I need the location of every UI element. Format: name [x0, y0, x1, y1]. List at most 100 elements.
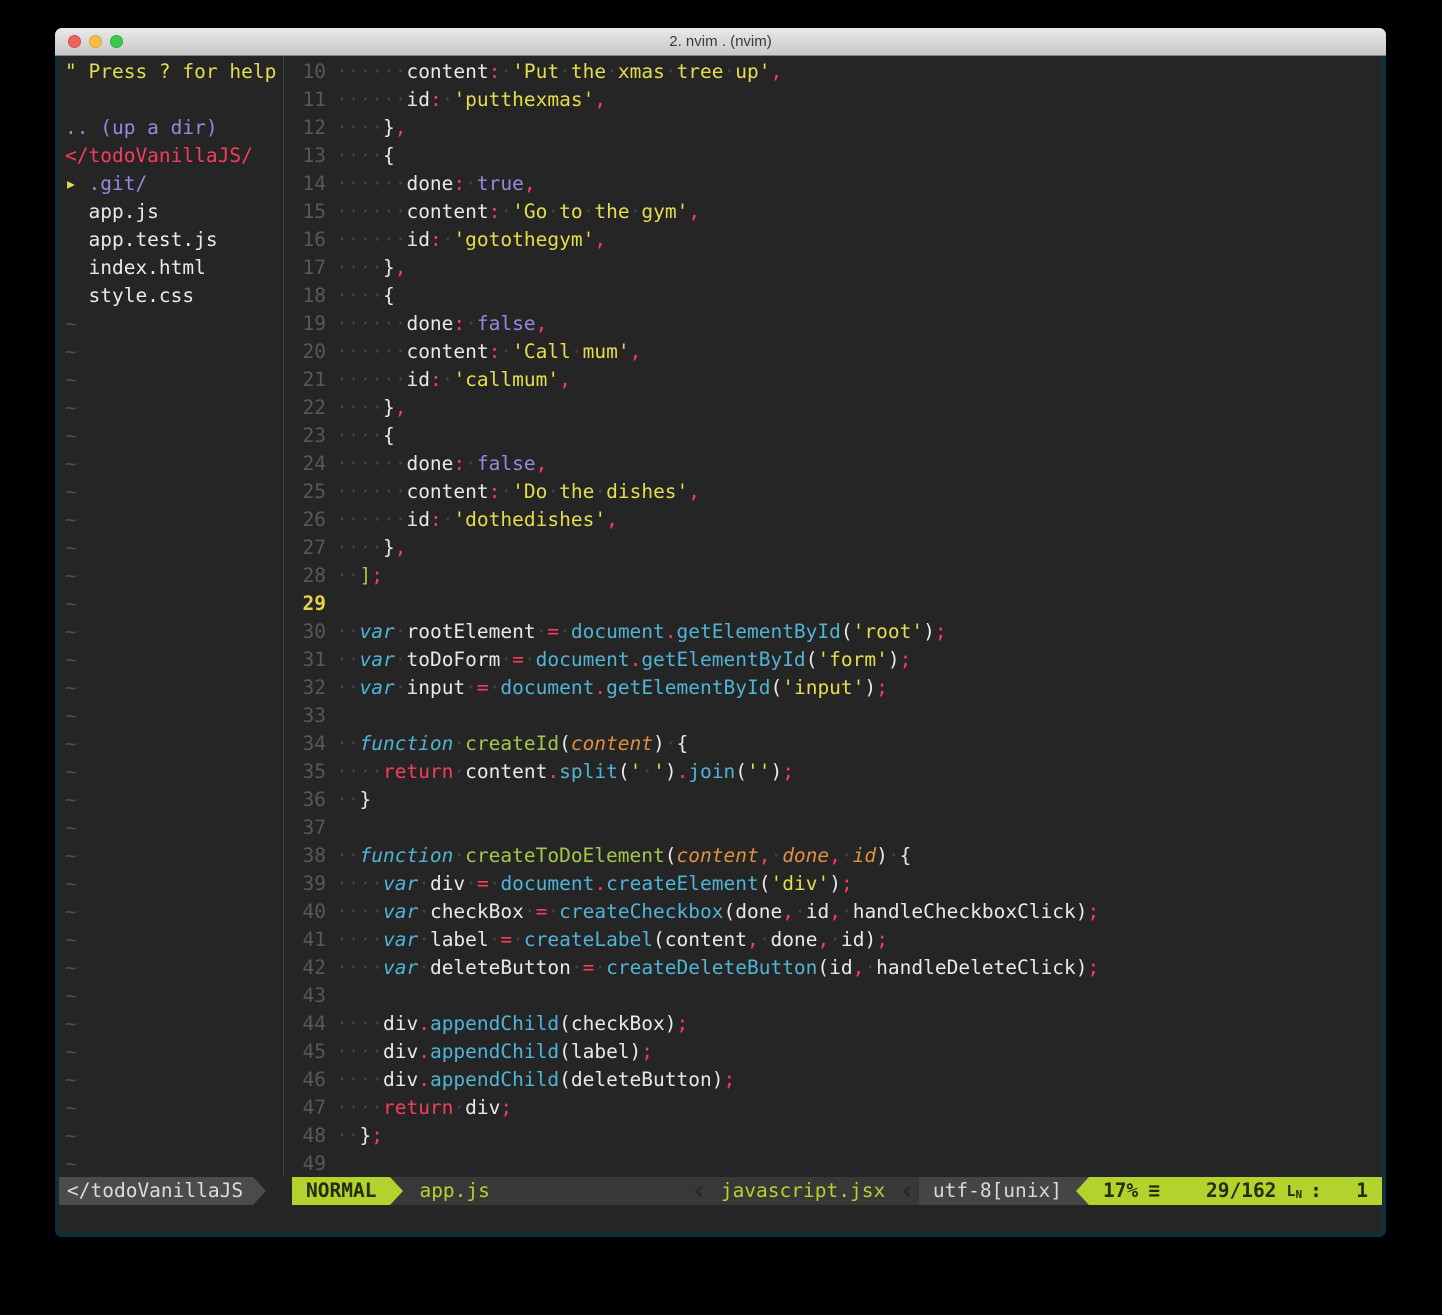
empty-buffer-tilde: ~: [59, 450, 283, 478]
editor-line[interactable]: 36··}: [284, 786, 1382, 814]
statusline-position-segment: 17% ≡ 29/162 LN : 1: [1089, 1177, 1382, 1205]
sidebar-item[interactable]: style.css: [59, 282, 283, 310]
chevron-left-icon: ‹: [687, 1177, 711, 1205]
line-number: 41: [284, 926, 336, 954]
whitespace-dot: ·: [841, 900, 853, 923]
editor-line[interactable]: 34··function·createId(content)·{: [284, 730, 1382, 758]
sidebar-item[interactable]: ▸ .git/: [59, 170, 283, 198]
editor-line[interactable]: 46····div.appendChild(deleteButton);: [284, 1066, 1382, 1094]
sidebar-item[interactable]: </todoVanillaJS/: [59, 142, 283, 170]
code-token: =: [500, 928, 512, 951]
code-token: (: [618, 760, 630, 783]
line-number: 26: [284, 506, 336, 534]
editor-line[interactable]: 30··var·rootElement·=·document.getElemen…: [284, 618, 1382, 646]
line-number: 12: [284, 114, 336, 142]
code-token: .: [418, 1068, 430, 1091]
netrw-sidebar[interactable]: " Press ? for help .. (up a dir)</todoVa…: [59, 56, 283, 1177]
editor-line[interactable]: 18····{: [284, 282, 1382, 310]
sidebar-item[interactable]: [59, 86, 283, 114]
code-line-content: ····},: [336, 534, 406, 562]
code-token: createElement: [606, 872, 759, 895]
code-token: id: [406, 508, 429, 531]
editor-line[interactable]: 35····return·content.split('·').join('')…: [284, 758, 1382, 786]
editor-line[interactable]: 16······id:·'gotothegym',: [284, 226, 1382, 254]
line-number: 11: [284, 86, 336, 114]
line-number: 29: [284, 590, 336, 618]
editor-line[interactable]: 41····var·label·=·createLabel(content,·d…: [284, 926, 1382, 954]
whitespace-dot: ··: [336, 564, 359, 587]
nvim-main-area: " Press ? for help .. (up a dir)</todoVa…: [59, 56, 1382, 1177]
line-number: 21: [284, 366, 336, 394]
editor-line[interactable]: 27····},: [284, 534, 1382, 562]
editor-line[interactable]: 37: [284, 814, 1382, 842]
whitespace-dot: ·: [395, 648, 407, 671]
editor-line[interactable]: 45····div.appendChild(label);: [284, 1038, 1382, 1066]
editor-line[interactable]: 38··function·createToDoElement(content,·…: [284, 842, 1382, 870]
editor-line[interactable]: 24······done:·false,: [284, 450, 1382, 478]
line-number: 24: [284, 450, 336, 478]
line-number: 18: [284, 282, 336, 310]
empty-buffer-tilde: ~: [59, 1122, 283, 1150]
code-token: return: [383, 760, 453, 783]
code-token: ): [665, 760, 677, 783]
editor-line[interactable]: 23····{: [284, 422, 1382, 450]
editor-line[interactable]: 17····},: [284, 254, 1382, 282]
editor-line[interactable]: 11······id:·'putthexmas',: [284, 86, 1382, 114]
editor-line[interactable]: 20······content:·'Call·mum',: [284, 338, 1382, 366]
code-token: ;: [723, 1068, 735, 1091]
code-token: the: [571, 60, 606, 83]
code-token: var: [383, 900, 418, 923]
whitespace-dot: ·: [665, 732, 677, 755]
editor-line[interactable]: 12····},: [284, 114, 1382, 142]
editor-line[interactable]: 33: [284, 702, 1382, 730]
editor-line[interactable]: 39····var·div·=·document.createElement('…: [284, 870, 1382, 898]
code-token: :: [430, 368, 442, 391]
editor-line[interactable]: 25······content:·'Do·the·dishes',: [284, 478, 1382, 506]
code-line-content: ····var·label·=·createLabel(content,·don…: [336, 926, 888, 954]
statusline-filename: app.js: [403, 1177, 687, 1205]
editor-line[interactable]: 15······content:·'Go·to·the·gym',: [284, 198, 1382, 226]
sidebar-item[interactable]: app.test.js: [59, 226, 283, 254]
code-token: ): [771, 760, 783, 783]
editor-line[interactable]: 29: [284, 590, 1382, 618]
sidebar-item[interactable]: index.html: [59, 254, 283, 282]
line-number: 30: [284, 618, 336, 646]
code-line-content: ··}: [336, 786, 371, 814]
editor-pane[interactable]: 10······content:·'Put·the·xmas·tree·up',…: [284, 56, 1382, 1177]
editor-line[interactable]: 19······done:·false,: [284, 310, 1382, 338]
editor-line[interactable]: 47····return·div;: [284, 1094, 1382, 1122]
code-token: =: [477, 872, 489, 895]
editor-line[interactable]: 28··];: [284, 562, 1382, 590]
editor-line[interactable]: 10······content:·'Put·the·xmas·tree·up',: [284, 58, 1382, 86]
editor-line[interactable]: 43: [284, 982, 1382, 1010]
editor-line[interactable]: 40····var·checkBox·=·createCheckbox(done…: [284, 898, 1382, 926]
window-titlebar[interactable]: 2. nvim . (nvim): [55, 28, 1386, 56]
editor-line[interactable]: 22····},: [284, 394, 1382, 422]
code-token: 'putthexmas': [453, 88, 594, 111]
powerline-arrow-icon: [1076, 1177, 1089, 1205]
whitespace-dot: ······: [336, 312, 406, 335]
code-token: }: [383, 396, 395, 419]
whitespace-dot: ··: [336, 788, 359, 811]
whitespace-dot: ·: [594, 956, 606, 979]
sidebar-item[interactable]: " Press ? for help: [59, 58, 283, 86]
editor-line[interactable]: 44····div.appendChild(checkBox);: [284, 1010, 1382, 1038]
editor-line[interactable]: 32··var·input·=·document.getElementById(…: [284, 674, 1382, 702]
code-line-content: ··var·rootElement·=·document.getElementB…: [336, 618, 947, 646]
line-number: 43: [284, 982, 336, 1010]
editor-line[interactable]: 13····{: [284, 142, 1382, 170]
line-number: 23: [284, 422, 336, 450]
command-line[interactable]: [59, 1205, 1382, 1233]
sidebar-item[interactable]: app.js: [59, 198, 283, 226]
editor-line[interactable]: 49: [284, 1150, 1382, 1177]
editor-line[interactable]: 48··};: [284, 1122, 1382, 1150]
chevron-left-icon: ‹: [895, 1177, 919, 1205]
editor-line[interactable]: 26······id:·'dothedishes',: [284, 506, 1382, 534]
editor-line[interactable]: 14······done:·true,: [284, 170, 1382, 198]
empty-buffer-tilde: ~: [59, 618, 283, 646]
editor-line[interactable]: 21······id:·'callmum',: [284, 366, 1382, 394]
editor-line[interactable]: 42····var·deleteButton·=·createDeleteBut…: [284, 954, 1382, 982]
code-token: content: [406, 60, 488, 83]
sidebar-item[interactable]: .. (up a dir): [59, 114, 283, 142]
editor-line[interactable]: 31··var·toDoForm·=·document.getElementBy…: [284, 646, 1382, 674]
